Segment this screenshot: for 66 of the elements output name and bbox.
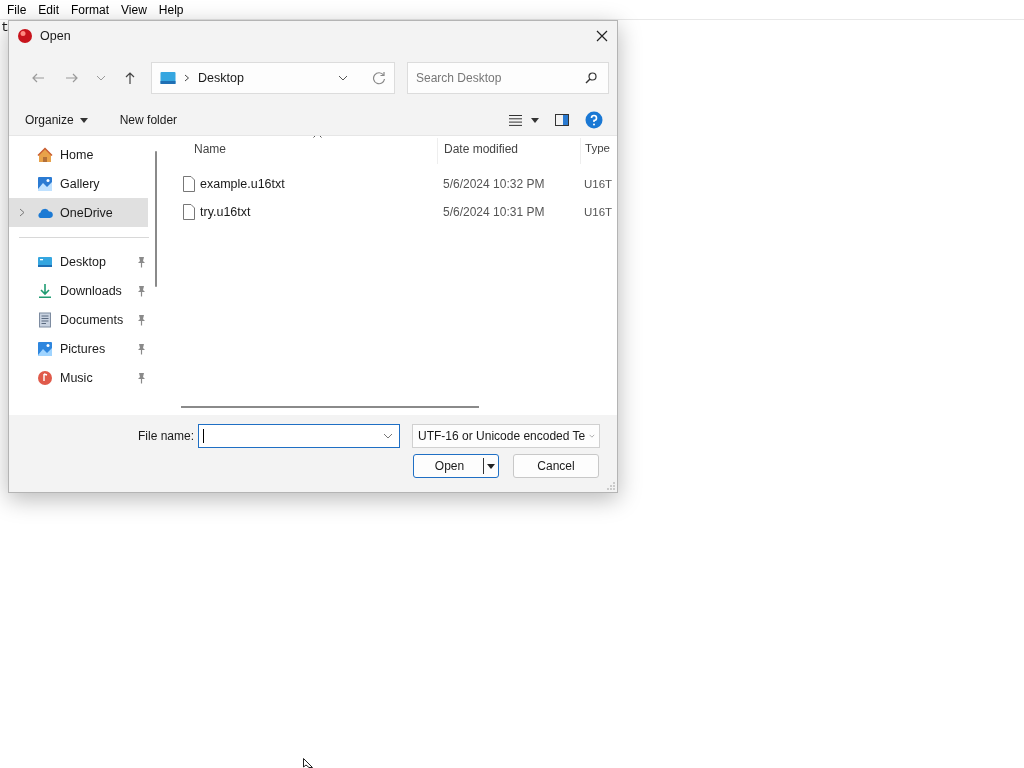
resize-grip-icon[interactable] bbox=[607, 482, 615, 490]
scrollbar-thumb[interactable] bbox=[155, 151, 157, 287]
chevron-down-icon bbox=[96, 75, 106, 81]
chevron-down-icon bbox=[338, 75, 348, 81]
window-title: Open bbox=[40, 29, 72, 43]
search-icon bbox=[585, 72, 597, 84]
document-icon bbox=[37, 311, 53, 328]
chevron-down-icon bbox=[589, 433, 596, 439]
column-header[interactable]: Date modified bbox=[437, 138, 580, 164]
refresh-icon[interactable] bbox=[372, 71, 386, 85]
app-icon bbox=[17, 28, 33, 44]
scrollbar-thumb[interactable] bbox=[181, 406, 479, 408]
nav-item[interactable]: Pictures bbox=[9, 334, 148, 363]
file-icon bbox=[183, 204, 195, 220]
close-icon bbox=[596, 30, 608, 42]
up-icon bbox=[123, 71, 137, 85]
chevron-down-icon bbox=[383, 433, 394, 439]
organize-button[interactable]: Organize bbox=[19, 109, 94, 131]
list-view-icon bbox=[509, 114, 522, 126]
caret-down-icon bbox=[531, 117, 539, 123]
file-icon bbox=[183, 176, 195, 192]
music-icon bbox=[37, 369, 53, 386]
nav-item[interactable]: Gallery bbox=[9, 169, 148, 198]
nav-item[interactable]: Documents bbox=[9, 305, 148, 334]
nav-item[interactable]: OneDrive bbox=[9, 198, 148, 227]
open-button[interactable]: Open bbox=[413, 454, 499, 478]
date-cell-text: 5/6/2024 10:31 PM bbox=[442, 205, 546, 219]
new-folder-button[interactable]: New folder bbox=[113, 109, 184, 131]
file-name-field[interactable] bbox=[198, 424, 401, 448]
field-label: File name: bbox=[138, 429, 195, 443]
mouse-pointer-icon bbox=[303, 758, 313, 768]
column-header[interactable]: Type bbox=[580, 138, 617, 164]
preview-pane-icon[interactable] bbox=[555, 114, 569, 126]
help-icon[interactable] bbox=[585, 111, 603, 129]
caret-down-icon bbox=[487, 463, 495, 469]
date-cell-text: 5/6/2024 10:32 PM bbox=[442, 177, 546, 191]
image-icon bbox=[37, 340, 53, 357]
monitor-icon bbox=[160, 71, 176, 85]
menu-item[interactable]: File bbox=[7, 2, 33, 17]
back-icon bbox=[31, 71, 45, 85]
nav-item[interactable]: Desktop bbox=[9, 247, 148, 276]
nav-item[interactable]: Music bbox=[9, 363, 148, 392]
house-icon bbox=[37, 146, 53, 163]
address-bar[interactable]: Desktop bbox=[151, 62, 395, 94]
table-cell-text: U16T bbox=[583, 178, 614, 190]
column-header[interactable]: Name bbox=[177, 138, 437, 164]
nav-item[interactable]: Downloads bbox=[9, 276, 148, 305]
menu-item[interactable]: Edit bbox=[38, 2, 66, 17]
file-type-dropdown[interactable]: UTF-16 or Unicode encoded Te bbox=[412, 424, 601, 448]
list-entry[interactable]: example.u16txt bbox=[177, 176, 437, 192]
menu-item[interactable]: Format bbox=[71, 2, 116, 17]
nav-item[interactable]: Home bbox=[9, 140, 148, 169]
image-icon bbox=[37, 175, 53, 192]
cancel-button[interactable]: Cancel bbox=[513, 454, 599, 478]
menu-item[interactable]: View bbox=[121, 2, 153, 17]
path-segment[interactable]: Desktop bbox=[198, 71, 330, 85]
table-cell-text: U16T bbox=[583, 206, 614, 218]
menu-item[interactable]: Help bbox=[158, 2, 190, 17]
download-icon bbox=[37, 282, 53, 299]
view-button[interactable] bbox=[509, 114, 539, 126]
search-field[interactable]: Search Desktop bbox=[407, 62, 609, 94]
caret-down-icon bbox=[79, 117, 88, 123]
chevron-right-icon bbox=[184, 74, 190, 82]
editor-text: t bbox=[1, 20, 9, 35]
forward-icon bbox=[65, 71, 79, 85]
list-entry[interactable]: try.u16txt bbox=[177, 204, 437, 220]
